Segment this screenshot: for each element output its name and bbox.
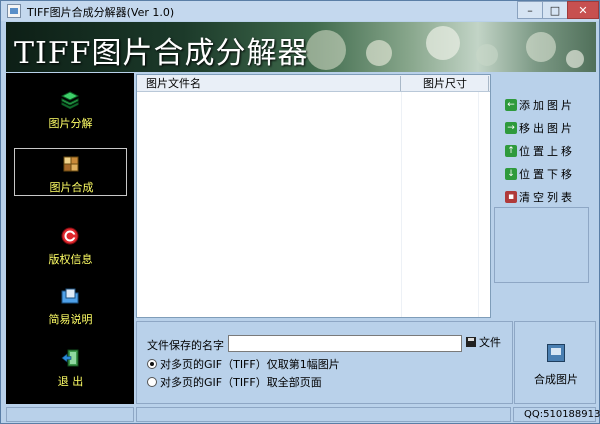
column-divider	[401, 92, 402, 317]
list-header: 图片文件名 图片尺寸	[137, 75, 490, 92]
save-file-button[interactable]: 文件	[466, 334, 512, 352]
book-clear-icon: ▪	[505, 191, 517, 203]
flower-decoration	[306, 30, 346, 70]
option-first-frame-label: 对多页的GIF（TIFF）仅取第1幅图片	[160, 358, 340, 371]
compose-label: 合成图片	[534, 373, 578, 386]
action-label: 清空列表	[519, 191, 575, 204]
close-button[interactable]: ✕	[567, 1, 599, 19]
flower-decoration	[566, 50, 584, 68]
maximize-button[interactable]: □	[542, 1, 568, 19]
move-up-button[interactable]: ↑ 位置上移	[505, 143, 591, 160]
save-options-panel: 文件保存的名字 文件 对多页的GIF（TIFF）仅取第1幅图片 对多页的GIF（…	[136, 321, 513, 404]
sidebar-item-compose[interactable]: 图片合成	[14, 148, 127, 196]
sidebar-item-label: 简易说明	[48, 313, 93, 326]
status-pane-middle	[136, 407, 511, 422]
action-panel: ← 添加图片 → 移出图片 ↑ 位置上移 ↓ 位置下移 ▪ 清空列表	[493, 74, 596, 318]
clear-list-button[interactable]: ▪ 清空列表	[505, 189, 591, 206]
option-all-pages[interactable]: 对多页的GIF（TIFF）取全部页面	[147, 376, 322, 390]
sidebar-item-label: 版权信息	[48, 253, 93, 266]
app-icon	[7, 4, 21, 18]
arrow-left-icon: ←	[505, 99, 517, 111]
layers-icon	[61, 91, 79, 109]
save-name-label: 文件保存的名字	[147, 339, 224, 352]
arrow-up-icon: ↑	[505, 145, 517, 157]
remove-image-button[interactable]: → 移出图片	[505, 120, 591, 137]
sidebar-item-decompose[interactable]: 图片分解	[14, 87, 127, 135]
arrow-right-icon: →	[505, 122, 517, 134]
sidebar-item-label: 退 出	[57, 375, 84, 388]
save-file-label: 文件	[479, 336, 501, 349]
window-title: TIFF图片合成分解器(Ver 1.0)	[27, 6, 175, 19]
cubes-icon	[63, 156, 79, 172]
action-label: 添加图片	[519, 99, 575, 112]
column-header-filename[interactable]: 图片文件名	[137, 76, 401, 91]
app-window: TIFF图片合成分解器(Ver 1.0) – □ ✕ TIFF图片合成分解器 图…	[0, 0, 600, 424]
title-bar[interactable]: TIFF图片合成分解器(Ver 1.0) – □ ✕	[1, 1, 599, 21]
compose-button[interactable]: 合成图片	[523, 340, 589, 390]
folder-book-icon	[61, 288, 79, 304]
compose-images-icon	[547, 344, 565, 362]
sidebar-item-label: 图片合成	[49, 181, 94, 194]
option-first-frame[interactable]: 对多页的GIF（TIFF）仅取第1幅图片	[147, 358, 340, 372]
radio-first-frame[interactable]	[147, 359, 157, 369]
action-label: 位置下移	[519, 168, 575, 181]
column-divider	[478, 92, 479, 317]
banner-title: TIFF图片合成分解器	[14, 36, 309, 71]
flower-decoration	[526, 32, 556, 62]
column-header-size[interactable]: 图片尺寸	[401, 76, 489, 91]
copyright-icon	[61, 227, 79, 245]
status-pane-left	[6, 407, 134, 422]
sidebar: 图片分解 图片合成 版权信息 简易说明 退 出	[6, 73, 134, 404]
save-name-input[interactable]	[228, 335, 462, 352]
sidebar-item-exit[interactable]: 退 出	[14, 345, 127, 393]
status-qq: QQ:510188913	[513, 407, 600, 422]
minimize-button[interactable]: –	[517, 1, 543, 19]
radio-all-pages[interactable]	[147, 377, 157, 387]
exit-door-icon	[61, 349, 79, 367]
flower-decoration	[426, 26, 460, 60]
add-image-button[interactable]: ← 添加图片	[505, 97, 591, 114]
sidebar-item-label: 图片分解	[48, 117, 93, 130]
sidebar-item-copyright[interactable]: 版权信息	[14, 223, 127, 271]
compose-panel: 合成图片	[514, 321, 596, 404]
move-down-button[interactable]: ↓ 位置下移	[505, 166, 591, 183]
banner: TIFF图片合成分解器	[6, 22, 596, 72]
option-all-pages-label: 对多页的GIF（TIFF）取全部页面	[160, 376, 322, 389]
floppy-disk-icon	[466, 337, 476, 347]
flower-decoration	[476, 44, 498, 66]
action-label: 位置上移	[519, 145, 575, 158]
preview-box	[494, 207, 589, 283]
arrow-down-icon: ↓	[505, 168, 517, 180]
file-list[interactable]: 图片文件名 图片尺寸	[136, 74, 491, 318]
action-label: 移出图片	[519, 122, 575, 135]
status-bar: QQ:510188913	[6, 406, 600, 423]
sidebar-item-help[interactable]: 简易说明	[14, 283, 127, 331]
flower-decoration	[366, 40, 392, 66]
